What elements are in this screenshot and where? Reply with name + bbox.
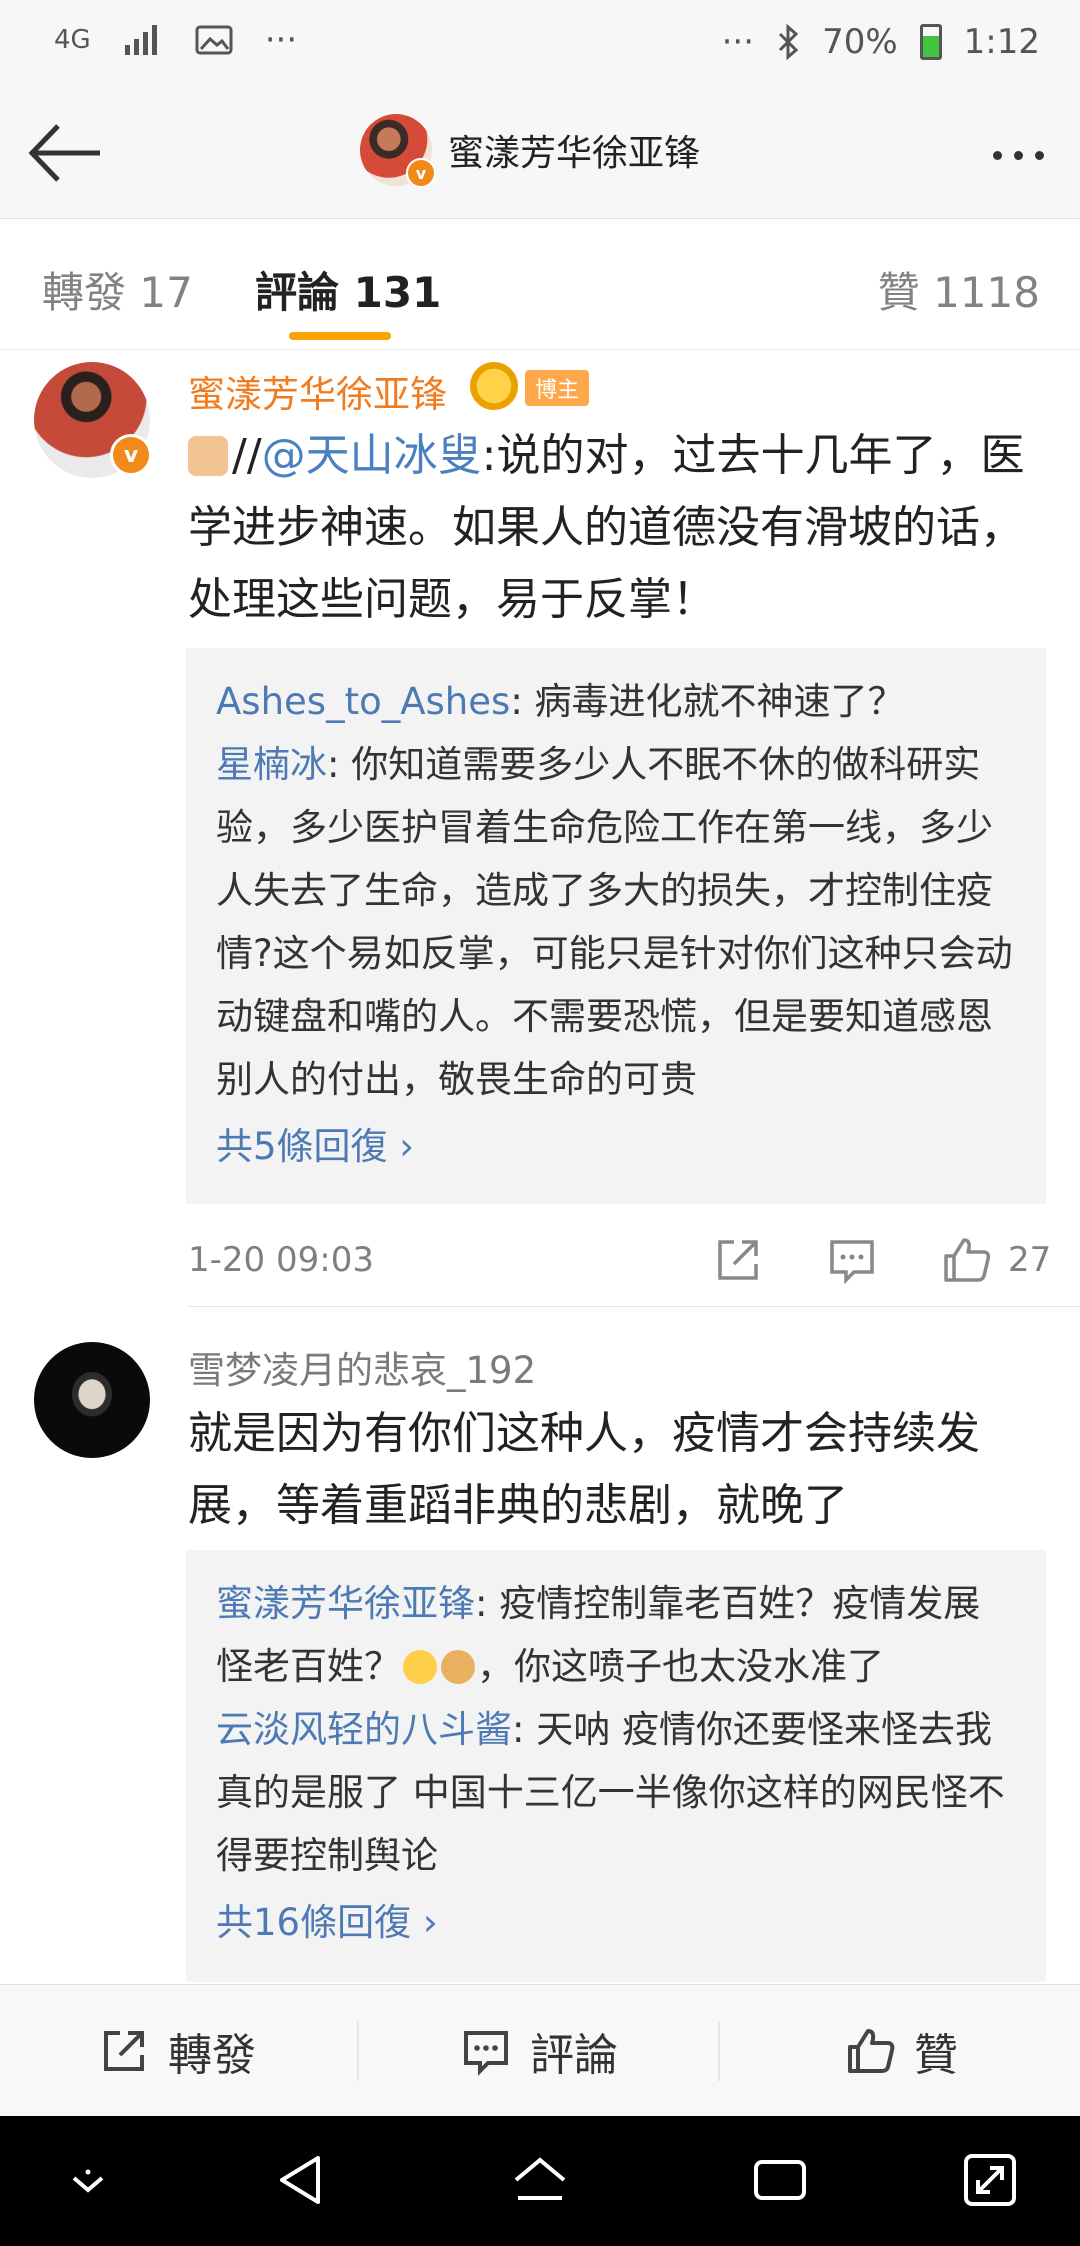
battery-percent: 70% — [822, 22, 898, 62]
reply-text: : 病毒进化就不神速了？ — [510, 680, 905, 723]
reply-username[interactable]: 星楠冰 — [216, 743, 327, 786]
image-icon — [195, 25, 233, 55]
comment-username[interactable]: 蜜漾芳华徐亚锋 — [188, 364, 447, 418]
more-replies-link[interactable]: 共5條回復 › — [216, 1115, 414, 1178]
comment-text: //@天山冰叟:说的对，过去十几年了，医学进步神速。如果人的道德没有滑坡的话，处… — [188, 420, 1048, 636]
comment-meta: 1-20 09:03 27 — [188, 1230, 1052, 1300]
more-dot-icon — [1013, 150, 1023, 160]
active-tab-indicator — [289, 332, 391, 340]
comment-icon — [464, 2031, 508, 2076]
author-tag: 博主 — [525, 370, 590, 406]
clock: 1:12 — [963, 22, 1040, 62]
home-icon[interactable] — [508, 2148, 572, 2212]
back-button[interactable] — [26, 120, 106, 186]
reply-box[interactable]: Ashes_to_Ashes: 病毒进化就不神速了？ 星楠冰: 你知道需要多少人… — [186, 648, 1046, 1204]
bluetooth-icon — [779, 24, 799, 60]
doge-emoji-icon — [441, 1650, 475, 1684]
back-arrow-icon — [28, 124, 100, 182]
thumbs-up-emoji-icon — [188, 436, 228, 476]
repost-label: 轉發 — [168, 2030, 256, 2081]
like-count: 27 — [1008, 1240, 1052, 1280]
like-button[interactable]: 贊 — [844, 2019, 958, 2083]
timestamp: 1-20 09:03 — [188, 1240, 374, 1280]
reply-item: 蜜漾芳华徐亚锋: 疫情控制靠老百姓？疫情发展怪老百姓？ ，你这喷子也太没水准了 — [216, 1572, 1016, 1698]
repost-button[interactable]: 轉發 — [98, 2019, 256, 2083]
reply-username[interactable]: Ashes_to_Ashes — [216, 680, 510, 723]
signal-icon — [124, 25, 157, 55]
tab-bar: 轉發 17 評論 131 贊 1118 — [0, 219, 1080, 350]
tab-like[interactable]: 贊 1118 — [878, 259, 1040, 320]
avatar[interactable]: v — [360, 114, 436, 188]
back-triangle-icon[interactable] — [270, 2148, 334, 2212]
more-replies-link[interactable]: 共16條回復 › — [216, 1891, 438, 1954]
tab-repost[interactable]: 轉發 17 — [42, 259, 193, 320]
system-navigation-bar — [0, 2116, 1080, 2246]
divider — [357, 2021, 359, 2081]
comment-username[interactable]: 雪梦凌月的悲哀_192 — [188, 1340, 536, 1394]
reply-item: 星楠冰: 你知道需要多少人不眠不休的做科研实验，多少医护冒着生命危险工作在第一线… — [216, 733, 1016, 1111]
recent-apps-icon[interactable] — [748, 2148, 812, 2212]
more-dot-icon — [1034, 150, 1044, 160]
chevron-down-icon[interactable] — [56, 2148, 120, 2212]
reply-item: Ashes_to_Ashes: 病毒进化就不神速了？ — [216, 670, 1016, 733]
comment-icon[interactable] — [826, 1234, 878, 1286]
avatar[interactable]: v — [34, 362, 152, 478]
status-more-left: ··· — [264, 20, 298, 60]
header-profile[interactable]: v 蜜漾芳华徐亚锋 — [360, 114, 701, 188]
navigation-bar: v 蜜漾芳华徐亚锋 — [0, 90, 1080, 219]
reply-text: : 你知道需要多少人不眠不休的做科研实验，多少医护冒着生命危险工作在第一线，多少… — [216, 743, 1013, 1101]
reply-username[interactable]: 蜜漾芳华徐亚锋 — [216, 1582, 475, 1625]
avatar[interactable] — [34, 1342, 150, 1458]
like-label: 贊 — [914, 2030, 958, 2081]
bottom-action-bar: 轉發 評論 贊 — [0, 1984, 1080, 2117]
status-more-right: ··· — [721, 22, 755, 62]
comment-label: 評論 — [530, 2030, 618, 2081]
reply-item: 云淡风轻的八斗酱: 天呐 疫情你还要怪来怪去我真的是服了 中国十三亿一半像你这样… — [216, 1698, 1016, 1887]
battery-icon — [919, 24, 942, 60]
crown-icon — [470, 362, 518, 410]
thinking-emoji-icon — [403, 1650, 437, 1684]
comment-button[interactable]: 評論 — [460, 2019, 618, 2083]
share-icon — [104, 2031, 144, 2071]
network-indicator: 4G — [54, 25, 91, 55]
verified-badge-icon: v — [110, 434, 152, 476]
status-bar: 4G ··· ··· 70% 1:12 — [0, 0, 1080, 90]
reply-username[interactable]: 云淡风轻的八斗酱 — [216, 1708, 512, 1751]
expand-icon[interactable] — [958, 2148, 1022, 2212]
mention-link[interactable]: @天山冰叟 — [262, 430, 482, 481]
reply-text-after: ，你这喷子也太没水准了 — [477, 1645, 884, 1688]
verified-badge-icon: v — [406, 158, 436, 188]
comment-text: 就是因为有你们这种人，疫情才会持续发展，等着重蹈非典的悲剧，就晚了 — [188, 1408, 980, 1531]
tab-comment[interactable]: 評論 131 — [255, 259, 441, 320]
repost-prefix: // — [232, 430, 262, 481]
like-icon — [848, 2029, 895, 2073]
more-options-button[interactable] — [978, 130, 1058, 180]
divider — [718, 2021, 720, 2081]
reply-box[interactable]: 蜜漾芳华徐亚锋: 疫情控制靠老百姓？疫情发展怪老百姓？ ，你这喷子也太没水准了 云… — [186, 1550, 1046, 1982]
share-icon[interactable] — [712, 1234, 764, 1286]
divider — [188, 1306, 1080, 1307]
like-icon[interactable] — [940, 1234, 992, 1286]
page-title: 蜜漾芳华徐亚锋 — [448, 133, 701, 174]
more-dot-icon — [992, 150, 1002, 160]
